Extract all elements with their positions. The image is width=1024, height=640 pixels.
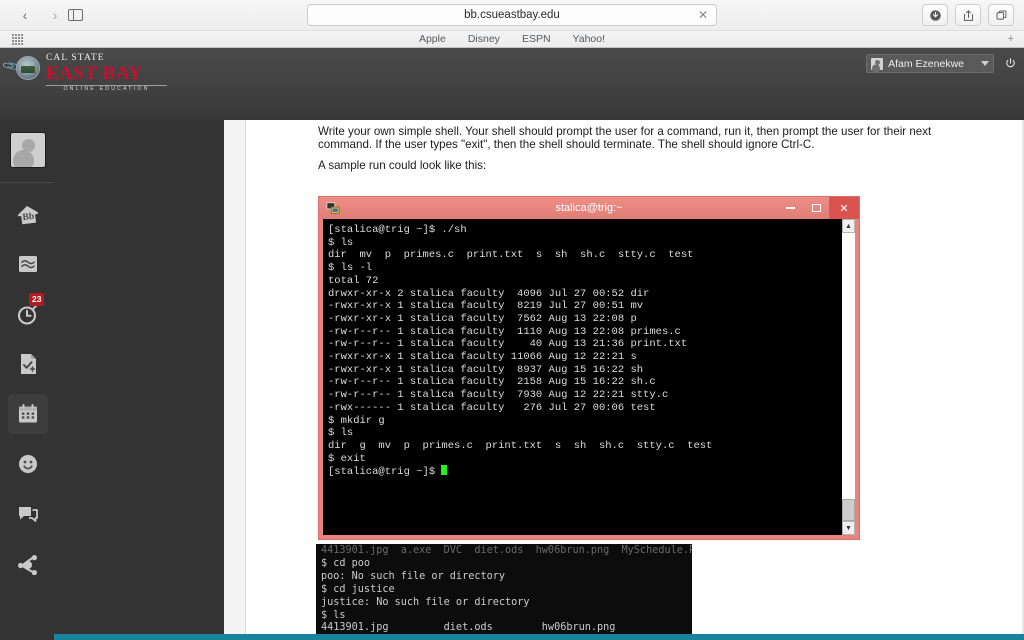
content-gutter — [224, 120, 246, 640]
calendar-icon — [19, 404, 37, 423]
bookmark-yahoo[interactable]: Yahoo! — [573, 33, 606, 45]
assignment-paragraph-1: Write your own simple shell. Your shell … — [318, 125, 932, 151]
profile-avatar[interactable] — [10, 132, 46, 168]
site-header: 📎 CAL STATE EAST BAY ONLINE EDUCATION Af… — [0, 48, 1024, 161]
share-icon[interactable] — [955, 4, 981, 26]
browser-chrome: ‹ › bb.csueastbay.edu ✕ Apple Disney ESP… — [0, 0, 1024, 48]
grades-icon — [21, 354, 36, 374]
close-button[interactable]: ✕ — [829, 197, 859, 219]
logo-line-online-education: ONLINE EDUCATION — [46, 84, 167, 93]
bookmarks-bar: Apple Disney ESPN Yahoo! + — [0, 30, 1024, 47]
bb-home-icon: Bb — [18, 206, 39, 225]
status-badge: 23 — [29, 293, 45, 306]
bookmark-disney[interactable]: Disney — [468, 33, 500, 45]
university-seal-icon — [16, 56, 40, 80]
sidebar-item-courses[interactable]: 23 — [8, 293, 48, 334]
sidebar-item-calendar[interactable] — [8, 394, 48, 434]
terminal-clipped-line: 4413901.jpg a.exe DVC diet.ods hw06brun.… — [321, 545, 692, 556]
site-logo[interactable]: CAL STATE EAST BAY ONLINE EDUCATION — [16, 53, 167, 93]
bookmark-apple[interactable]: Apple — [419, 33, 446, 45]
network-icon — [18, 555, 37, 575]
address-bar[interactable]: bb.csueastbay.edu ✕ — [307, 4, 717, 26]
sidebar-item-messages[interactable] — [8, 494, 48, 534]
terminal-text: [stalica@trig ~]$ ./sh $ ls dir mv p pri… — [328, 224, 713, 479]
terminal-scrollbar[interactable]: ▲ ▼ — [841, 219, 855, 535]
scrollbar-track[interactable] — [842, 233, 855, 521]
terminal-output-secondary: 4413901.jpg a.exe DVC diet.ods hw06brun.… — [316, 544, 692, 640]
left-icon-rail: Bb 23 — [0, 120, 224, 640]
logo-line-east-bay: EAST BAY — [46, 62, 143, 84]
close-icon[interactable]: ✕ — [698, 9, 708, 21]
back-button[interactable]: ‹ — [12, 4, 38, 26]
user-menu[interactable]: Afam Ezenekwe — [866, 54, 994, 73]
smiley-icon — [19, 455, 37, 473]
scroll-down-arrow-icon[interactable]: ▼ — [842, 521, 855, 535]
window-controls: ✕ — [777, 197, 859, 219]
sidebar-icon — [67, 9, 83, 21]
minimize-button[interactable] — [777, 197, 803, 219]
download-icon[interactable] — [922, 4, 948, 26]
sidebar-item-activity-stream[interactable] — [8, 244, 48, 284]
add-bookmark-button[interactable]: + — [1008, 33, 1014, 45]
putty-icon — [326, 202, 340, 214]
bookmark-list: Apple Disney ESPN Yahoo! — [0, 33, 1024, 45]
toolbar-actions — [922, 4, 1014, 26]
terminal-title-bar: stalica@trig:~ ✕ — [319, 197, 859, 219]
maximize-button[interactable] — [803, 197, 829, 219]
chevron-down-icon — [981, 61, 989, 66]
terminal-output[interactable]: [stalica@trig ~]$ ./sh $ ls dir mv p pri… — [323, 219, 841, 535]
sidebar-item-grades[interactable] — [8, 344, 48, 384]
messages-icon — [19, 507, 38, 522]
url-text: bb.csueastbay.edu — [464, 9, 560, 21]
courses-clock-icon — [17, 304, 38, 325]
page-bottom-accent-bar — [54, 634, 1024, 640]
sidebar-item-tools[interactable] — [8, 444, 48, 484]
sidebar-item-network[interactable] — [8, 544, 48, 584]
scrollbar-thumb[interactable] — [842, 499, 855, 521]
bookmark-espn[interactable]: ESPN — [522, 33, 551, 45]
divider — [0, 182, 54, 183]
sidebar-toggle-button[interactable] — [62, 4, 88, 26]
content-pane: Write your own simple shell. Your shell … — [246, 120, 1024, 640]
tabs-icon[interactable] — [988, 4, 1014, 26]
terminal-cursor — [441, 465, 448, 476]
user-name-label: Afam Ezenekwe — [888, 57, 964, 70]
user-avatar-icon — [871, 57, 884, 70]
sidebar-item-bb-home[interactable]: Bb — [8, 194, 48, 234]
terminal-body: [stalica@trig ~]$ ./sh $ ls dir mv p pri… — [323, 219, 855, 535]
assignment-paragraph-2: A sample run could look like this: — [318, 159, 487, 172]
browser-toolbar: ‹ › bb.csueastbay.edu ✕ — [0, 0, 1024, 30]
terminal-window-secondary: 4413901.jpg a.exe DVC diet.ods hw06brun.… — [316, 544, 692, 640]
scroll-up-arrow-icon[interactable]: ▲ — [842, 219, 855, 233]
navigation-buttons: ‹ › — [12, 4, 68, 26]
svg-text:Bb: Bb — [22, 212, 35, 223]
terminal-text-secondary: $ cd poo poo: No such file or directory … — [321, 557, 628, 640]
activity-stream-icon — [19, 256, 37, 272]
terminal-window-putty: stalica@trig:~ ✕ [stalica@trig ~]$ ./sh … — [318, 196, 860, 540]
power-icon[interactable] — [1001, 54, 1019, 73]
